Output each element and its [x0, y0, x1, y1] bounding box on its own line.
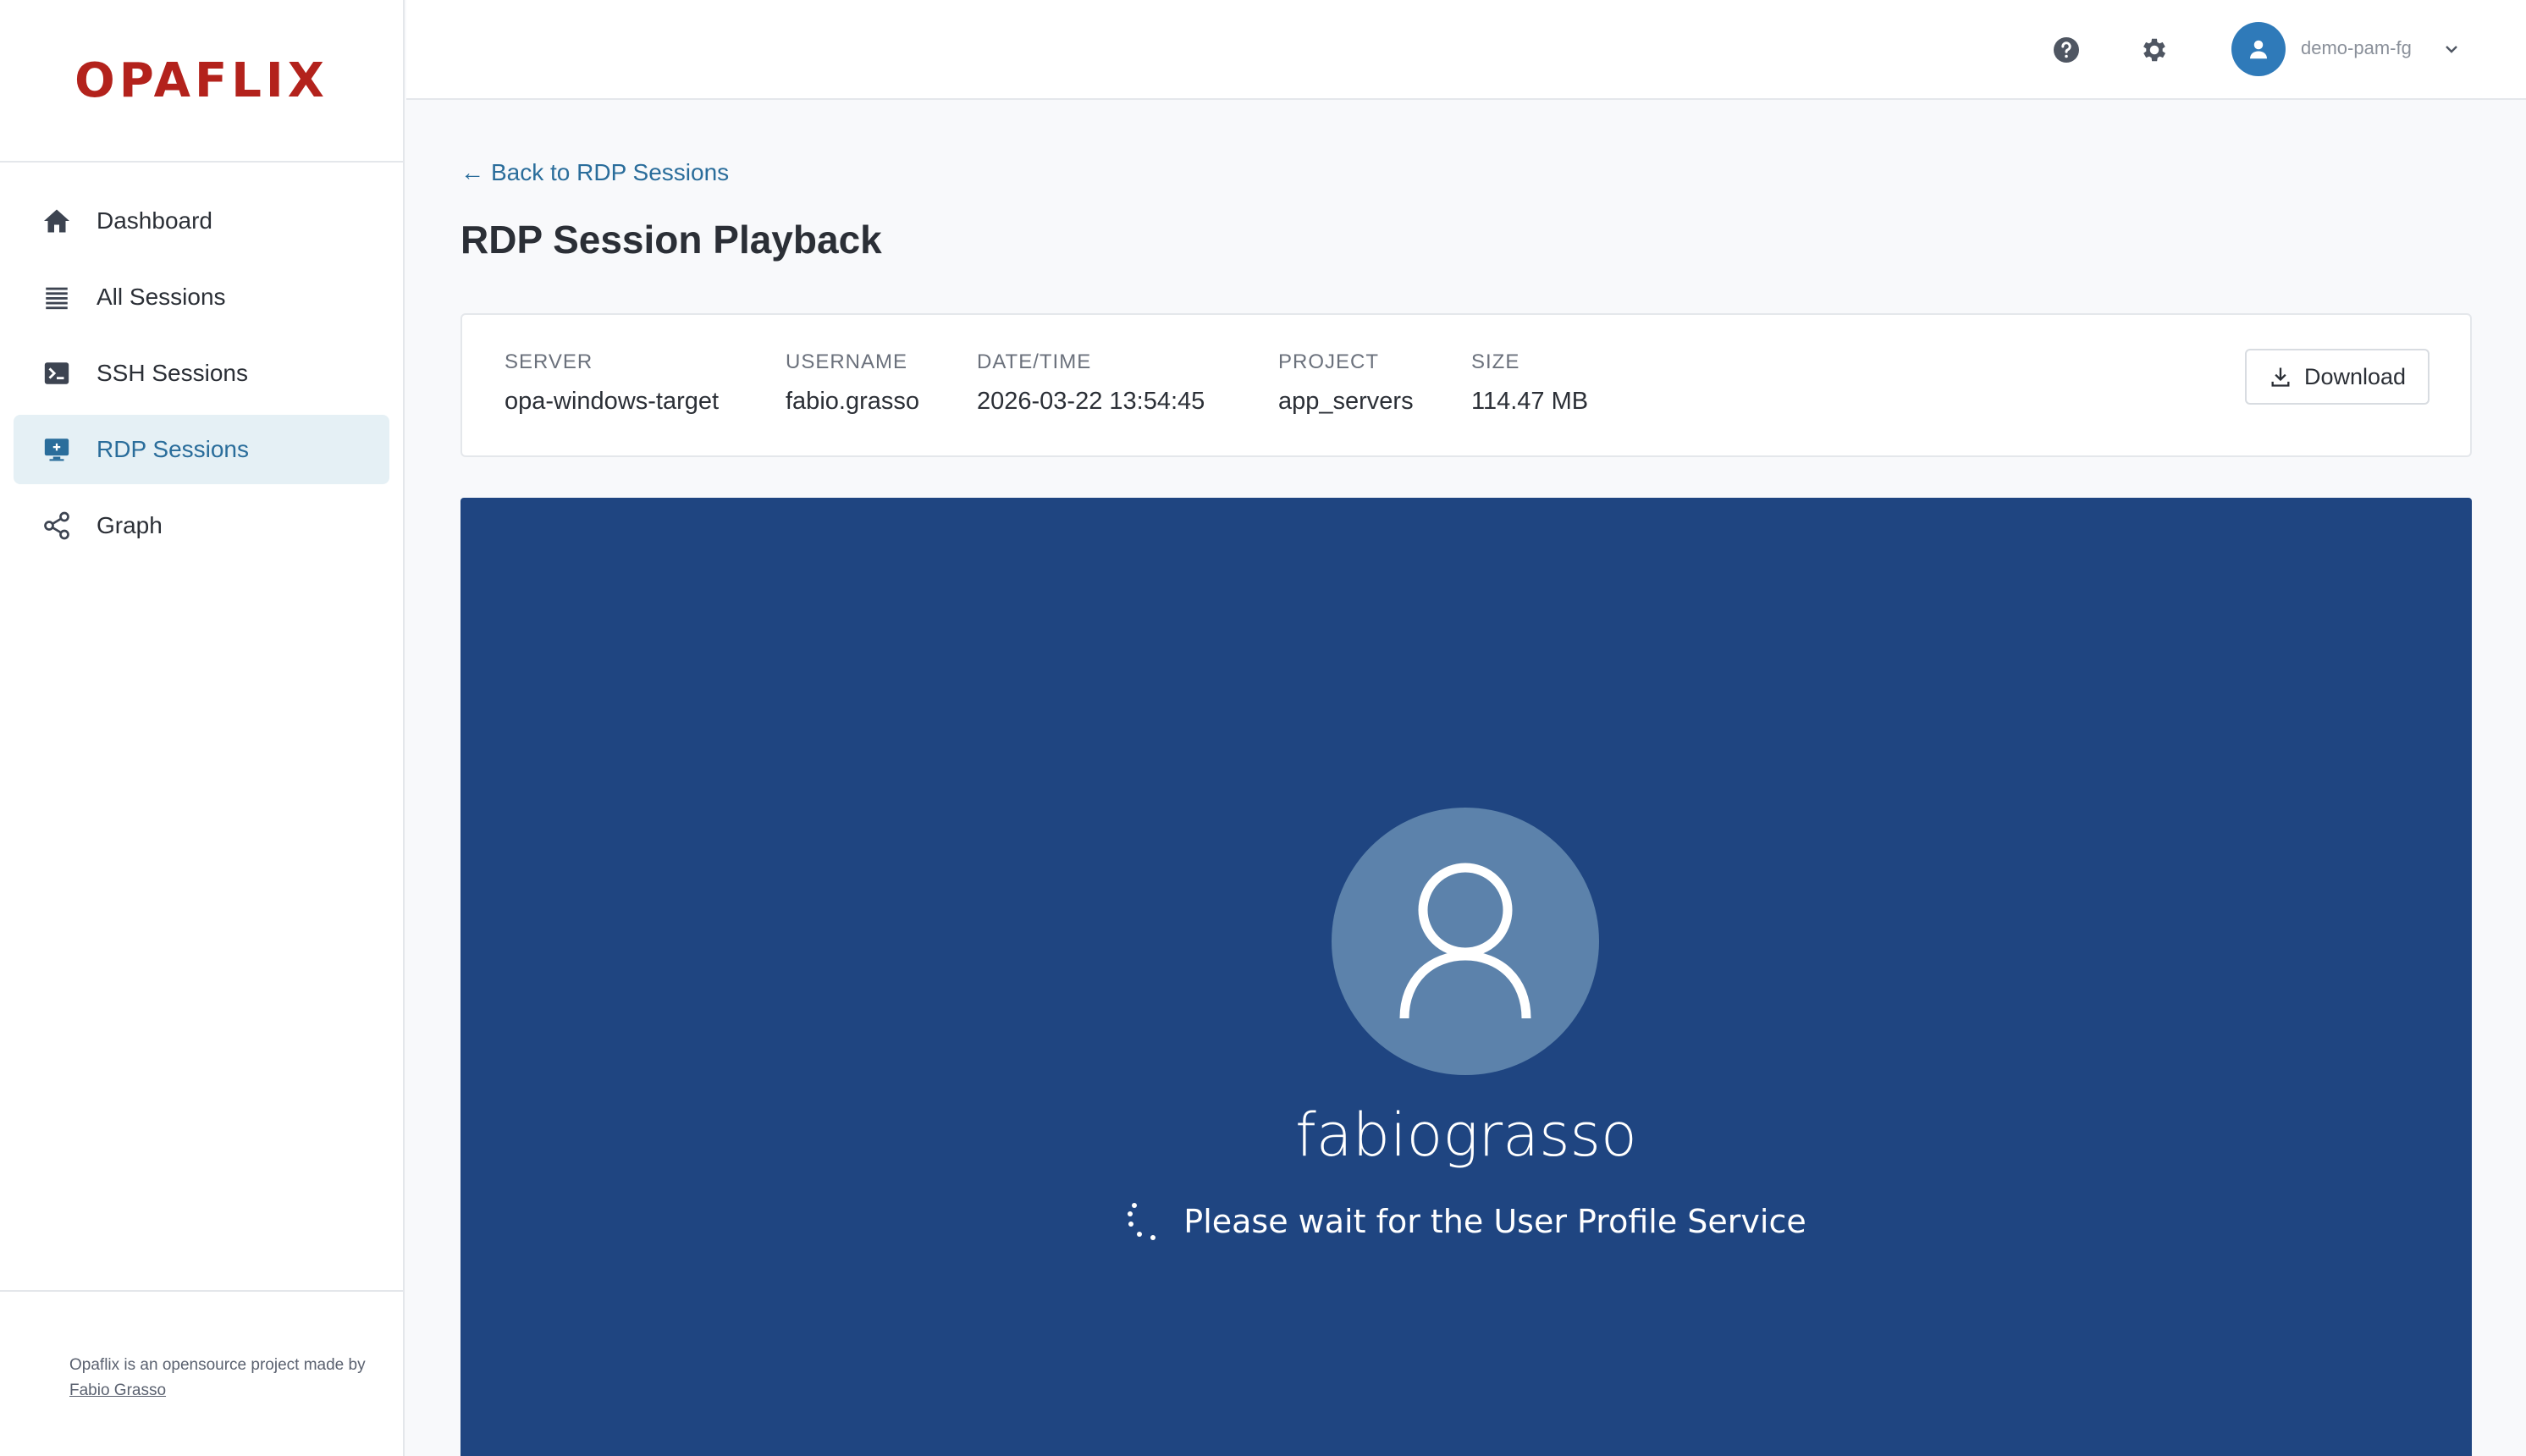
info-server: SERVER opa-windows-target: [505, 350, 719, 416]
sidebar-item-label: Graph: [97, 512, 163, 538]
footer-text: Opaflix is an opensource project made by: [69, 1356, 366, 1374]
topbar: demo-pam-fg: [406, 0, 2526, 100]
rdp-status-text: Please wait for the User Profile Service: [1183, 1203, 1806, 1240]
back-to-rdp-sessions-link[interactable]: ← Back to RDP Sessions: [461, 159, 729, 186]
user-name[interactable]: demo-pam-fg: [2301, 37, 2412, 59]
monitor-icon: [41, 433, 73, 466]
sidebar-footer: Opaflix is an opensource project made by…: [0, 1290, 403, 1456]
sidebar-item-rdp-sessions[interactable]: RDP Sessions: [14, 415, 389, 484]
sidebar-item-graph[interactable]: Graph: [14, 491, 389, 560]
session-info-card: SERVER opa-windows-target USERNAME fabio…: [461, 313, 2472, 457]
download-button[interactable]: Download: [2245, 349, 2429, 405]
sidebar-item-ssh-sessions[interactable]: SSH Sessions: [14, 339, 389, 408]
user-avatar-icon: [1332, 808, 1599, 1075]
info-label: DATE/TIME: [977, 350, 1092, 373]
app-root: OPAFLIX Dashboard All Sessions SSH Sessi…: [0, 0, 2526, 1456]
share-graph-icon: [41, 510, 73, 542]
info-username: USERNAME fabio.grasso: [786, 350, 919, 416]
info-label: PROJECT: [1278, 350, 1380, 373]
arrow-left-icon: ←: [461, 159, 484, 185]
back-link-label: Back to RDP Sessions: [491, 159, 730, 185]
loading-spinner-icon: [1128, 1203, 1156, 1240]
info-value: 114.47 MB: [1471, 388, 1589, 415]
home-icon: [41, 205, 73, 237]
sidebar-item-dashboard[interactable]: Dashboard: [14, 186, 389, 256]
sidebar-item-label: All Sessions: [97, 284, 226, 310]
info-label: SIZE: [1471, 350, 1520, 373]
sidebar-nav: Dashboard All Sessions SSH Sessions RDP …: [0, 163, 403, 560]
chevron-down-icon[interactable]: [2441, 39, 2462, 59]
info-label: SERVER: [505, 350, 593, 373]
info-size: SIZE 114.47 MB: [1471, 350, 1588, 416]
download-label: Download: [2303, 363, 2407, 389]
avatar[interactable]: [2231, 22, 2286, 76]
sidebar: OPAFLIX Dashboard All Sessions SSH Sessi…: [0, 0, 405, 1456]
sidebar-item-label: SSH Sessions: [97, 360, 248, 386]
page-title: RDP Session Playback: [461, 218, 882, 262]
gear-icon[interactable]: [2137, 32, 2172, 68]
info-value: 2026-03-22 13:54:45: [977, 388, 1205, 415]
sidebar-item-label: RDP Sessions: [97, 436, 250, 462]
app-logo[interactable]: OPAFLIX: [74, 53, 328, 108]
rdp-status: Please wait for the User Profile Service: [461, 1200, 2472, 1243]
info-value: app_servers: [1278, 388, 1414, 415]
footer-author-link[interactable]: Fabio Grasso: [69, 1382, 166, 1399]
rdp-username: fabiograsso: [1295, 1100, 1637, 1170]
help-circle-icon[interactable]: [2049, 32, 2084, 68]
terminal-icon: [41, 357, 73, 389]
info-datetime: DATE/TIME 2026-03-22 13:54:45: [977, 350, 1205, 416]
list-icon: [41, 281, 73, 313]
info-project: PROJECT app_servers: [1278, 350, 1414, 416]
info-value: fabio.grasso: [786, 388, 919, 415]
download-icon: [2271, 367, 2290, 387]
info-label: USERNAME: [786, 350, 908, 373]
rdp-playback-player[interactable]: fabiograsso Please wait for the User Pro…: [461, 498, 2472, 1456]
sidebar-item-label: Dashboard: [97, 207, 212, 234]
sidebar-item-all-sessions[interactable]: All Sessions: [14, 262, 389, 332]
logo-area: OPAFLIX: [0, 0, 403, 163]
info-value: opa-windows-target: [505, 388, 720, 415]
